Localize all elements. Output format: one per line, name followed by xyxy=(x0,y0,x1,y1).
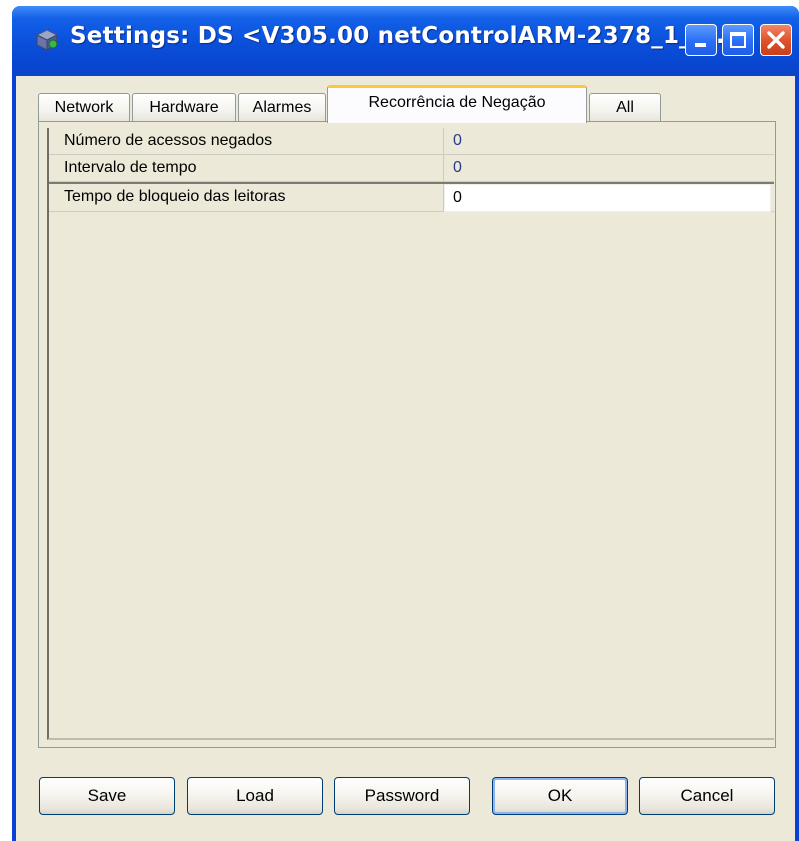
tab-all[interactable]: All xyxy=(589,93,661,122)
property-value[interactable]: 0 xyxy=(453,155,462,181)
window-title: Settings: DS <V305.00 netControlARM-2378… xyxy=(70,23,734,49)
maximize-icon xyxy=(730,32,746,48)
settings-window: Settings: DS <V305.00 netControlARM-2378… xyxy=(12,6,799,841)
column-divider xyxy=(443,155,444,181)
title-bar[interactable]: Settings: DS <V305.00 netControlARM-2378… xyxy=(12,6,799,76)
property-name: Tempo de bloqueio das leitoras xyxy=(64,188,286,205)
maximize-button[interactable] xyxy=(722,24,754,56)
property-name: Número de acessos negados xyxy=(64,132,273,149)
property-value[interactable]: 0 xyxy=(453,128,462,154)
dialog-client-area: Network Hardware Alarmes Recorrência de … xyxy=(16,76,795,841)
load-button[interactable]: Load xyxy=(187,777,323,815)
ok-button[interactable]: OK xyxy=(492,777,628,815)
tab-alarmes[interactable]: Alarmes xyxy=(238,93,326,122)
tab-network[interactable]: Network xyxy=(38,93,130,122)
property-grid: Número de acessos negados 0 Intervalo de… xyxy=(47,128,774,740)
tab-panel: Número de acessos negados 0 Intervalo de… xyxy=(38,121,776,748)
property-name: Intervalo de tempo xyxy=(64,159,197,176)
tab-hardware[interactable]: Hardware xyxy=(132,93,236,122)
tab-recorrencia-de-negacao[interactable]: Recorrência de Negação xyxy=(327,85,587,123)
minimize-button[interactable] xyxy=(685,24,717,56)
property-value-input[interactable] xyxy=(444,184,771,212)
column-divider xyxy=(443,128,444,154)
close-icon xyxy=(767,31,785,49)
close-button[interactable] xyxy=(760,24,792,56)
cancel-button[interactable]: Cancel xyxy=(639,777,775,815)
minimize-icon xyxy=(695,43,706,47)
property-row[interactable]: Intervalo de tempo 0 xyxy=(49,155,774,182)
property-row-selected[interactable]: Tempo de bloqueio das leitoras xyxy=(49,182,774,212)
password-button[interactable]: Password xyxy=(334,777,470,815)
settings-app-icon xyxy=(35,29,59,51)
save-button[interactable]: Save xyxy=(39,777,175,815)
property-row[interactable]: Número de acessos negados 0 xyxy=(49,128,774,155)
